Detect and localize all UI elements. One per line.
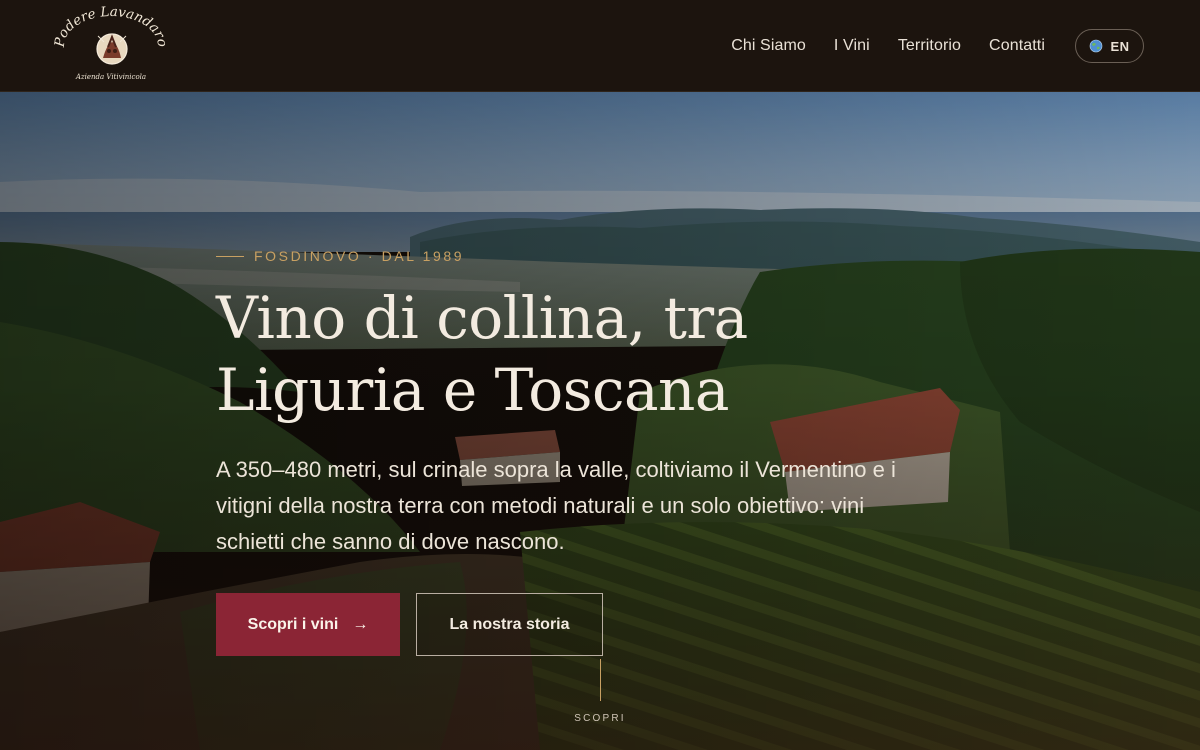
nav-item-contatti[interactable]: Contatti xyxy=(989,37,1045,55)
eyebrow-rule xyxy=(216,255,244,257)
discover-wines-button[interactable]: Scopri i vini → xyxy=(216,593,400,656)
globe-icon xyxy=(1089,39,1103,53)
main-nav: Chi Siamo I Vini Territorio Contatti EN xyxy=(731,29,1144,63)
hero-section: FOSDINOVO · DAL 1989 Vino di collina, tr… xyxy=(0,92,1200,750)
hero-eyebrow: FOSDINOVO · DAL 1989 xyxy=(216,246,464,266)
brand-tagline: Azienda Vitivinicola xyxy=(75,73,146,81)
hero-headline: Vino di collina, tra Liguria e Toscana xyxy=(216,284,748,424)
brand-logo[interactable]: Podere Lavandaro Azienda Vitivinicola xyxy=(52,6,170,86)
hero-lede: A 350–480 metri, sul crinale sopra la va… xyxy=(216,457,896,554)
hero-eyebrow-text: FOSDINOVO · DAL 1989 xyxy=(254,248,465,264)
language-label: EN xyxy=(1110,38,1130,54)
scroll-indicator-label[interactable]: SCOPRI xyxy=(560,713,640,724)
site-header: Podere Lavandaro Azienda Vitivinicola Ch… xyxy=(0,0,1200,92)
discover-wines-label: Scopri i vini xyxy=(247,615,339,633)
nav-item-territorio[interactable]: Territorio xyxy=(898,37,961,55)
nav-item-chi-siamo[interactable]: Chi Siamo xyxy=(731,37,806,55)
scroll-indicator-line xyxy=(600,659,601,701)
arrow-right-icon: → xyxy=(352,615,369,633)
language-switch-button[interactable]: EN xyxy=(1075,29,1144,63)
our-story-button[interactable]: La nostra storia xyxy=(416,593,603,656)
nav-item-i-vini[interactable]: I Vini xyxy=(834,37,870,55)
brand-logo-mark: Podere Lavandaro Azienda Vitivinicola xyxy=(52,6,170,81)
